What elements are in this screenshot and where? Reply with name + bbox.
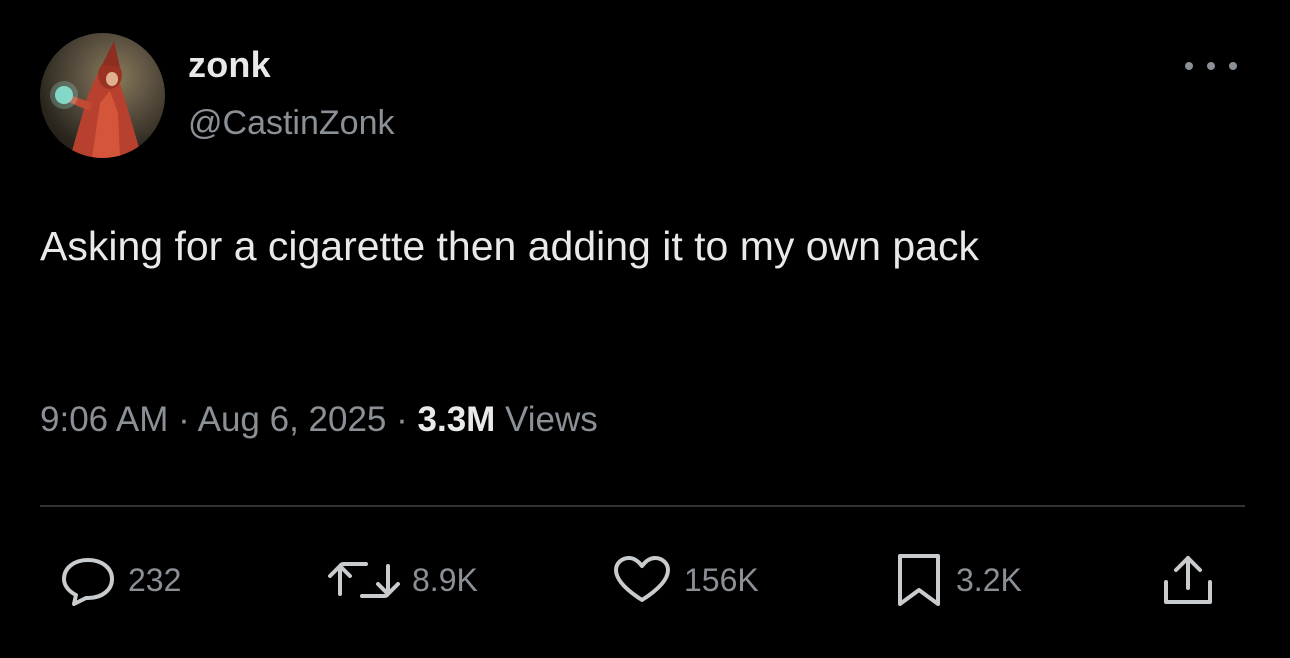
- tweet-time[interactable]: 9:06 AM: [40, 400, 168, 439]
- bookmark-icon: [898, 554, 940, 606]
- views-label: Views: [505, 400, 598, 439]
- tweet-card: zonk @CastinZonk Asking for a cigarette …: [0, 0, 1290, 658]
- avatar[interactable]: [40, 33, 165, 158]
- share-button[interactable]: [1160, 552, 1216, 608]
- like-count: 156K: [684, 561, 759, 598]
- more-dot: [1185, 62, 1193, 70]
- tweet-meta: 9:06 AM · Aug 6, 2025 · 3.3M Views: [40, 400, 598, 440]
- share-icon: [1164, 556, 1212, 604]
- views-count: 3.3M: [417, 400, 496, 439]
- tweet-date[interactable]: Aug 6, 2025: [198, 400, 387, 439]
- display-name[interactable]: zonk: [188, 44, 271, 86]
- like-button[interactable]: 156K: [610, 552, 759, 608]
- meta-separator: ·: [168, 400, 198, 439]
- heart-icon: [614, 556, 670, 602]
- more-options-icon[interactable]: [1185, 52, 1237, 80]
- divider: [40, 505, 1245, 507]
- bookmark-button[interactable]: 3.2K: [892, 552, 1022, 608]
- meta-separator: ·: [386, 400, 418, 439]
- retweet-icon: [328, 562, 400, 598]
- tweet-text: Asking for a cigarette then adding it to…: [40, 223, 979, 269]
- retweet-button[interactable]: 8.9K: [326, 552, 478, 608]
- reply-button[interactable]: 232: [58, 552, 181, 608]
- wizard-avatar-icon: [50, 41, 142, 158]
- user-handle[interactable]: @CastinZonk: [188, 104, 394, 143]
- more-dot: [1207, 62, 1215, 70]
- reply-icon: [62, 558, 114, 606]
- reply-count: 232: [128, 561, 182, 598]
- retweet-count: 8.9K: [412, 561, 478, 598]
- more-dot: [1229, 62, 1237, 70]
- bookmark-count: 3.2K: [956, 561, 1022, 598]
